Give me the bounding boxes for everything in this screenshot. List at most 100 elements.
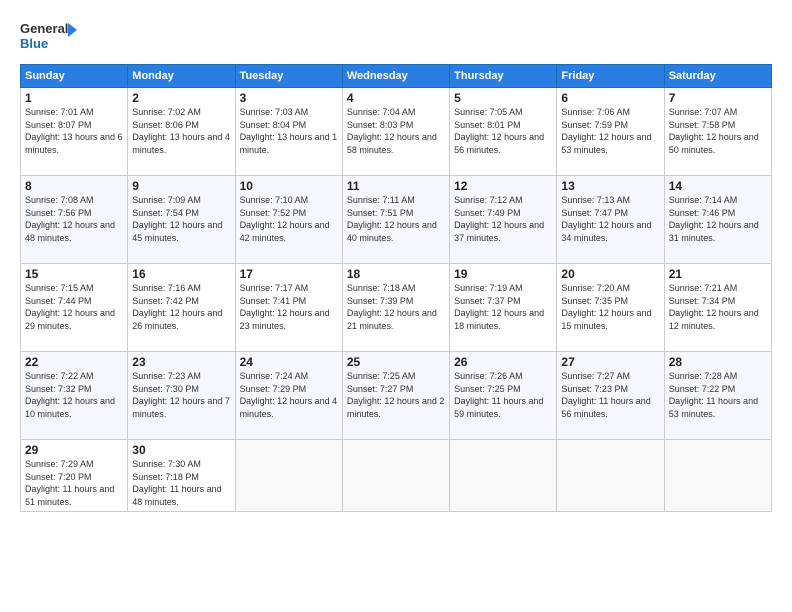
day-info: Sunrise: 7:21 AM Sunset: 7:34 PM Dayligh…: [669, 282, 767, 332]
day-info: Sunrise: 7:23 AM Sunset: 7:30 PM Dayligh…: [132, 370, 230, 420]
day-info: Sunrise: 7:24 AM Sunset: 7:29 PM Dayligh…: [240, 370, 338, 420]
day-number: 26: [454, 355, 552, 369]
day-number: 25: [347, 355, 445, 369]
col-wednesday: Wednesday: [342, 65, 449, 88]
calendar-cell: 24 Sunrise: 7:24 AM Sunset: 7:29 PM Dayl…: [235, 352, 342, 440]
day-info: Sunrise: 7:12 AM Sunset: 7:49 PM Dayligh…: [454, 194, 552, 244]
day-number: 15: [25, 267, 123, 281]
day-number: 28: [669, 355, 767, 369]
day-number: 23: [132, 355, 230, 369]
calendar-cell: 27 Sunrise: 7:27 AM Sunset: 7:23 PM Dayl…: [557, 352, 664, 440]
day-number: 12: [454, 179, 552, 193]
header: General Blue: [20, 18, 772, 54]
calendar-cell: 8 Sunrise: 7:08 AM Sunset: 7:56 PM Dayli…: [21, 176, 128, 264]
calendar-cell: 16 Sunrise: 7:16 AM Sunset: 7:42 PM Dayl…: [128, 264, 235, 352]
col-thursday: Thursday: [450, 65, 557, 88]
calendar-cell: 17 Sunrise: 7:17 AM Sunset: 7:41 PM Dayl…: [235, 264, 342, 352]
calendar-cell: 25 Sunrise: 7:25 AM Sunset: 7:27 PM Dayl…: [342, 352, 449, 440]
day-number: 19: [454, 267, 552, 281]
day-number: 20: [561, 267, 659, 281]
calendar-cell: 20 Sunrise: 7:20 AM Sunset: 7:35 PM Dayl…: [557, 264, 664, 352]
col-friday: Friday: [557, 65, 664, 88]
day-number: 4: [347, 91, 445, 105]
day-info: Sunrise: 7:17 AM Sunset: 7:41 PM Dayligh…: [240, 282, 338, 332]
calendar-cell: [557, 440, 664, 512]
svg-text:General: General: [20, 21, 68, 36]
calendar-cell: [450, 440, 557, 512]
calendar-cell: 21 Sunrise: 7:21 AM Sunset: 7:34 PM Dayl…: [664, 264, 771, 352]
col-tuesday: Tuesday: [235, 65, 342, 88]
day-info: Sunrise: 7:27 AM Sunset: 7:23 PM Dayligh…: [561, 370, 659, 420]
day-number: 5: [454, 91, 552, 105]
day-number: 29: [25, 443, 123, 457]
day-info: Sunrise: 7:26 AM Sunset: 7:25 PM Dayligh…: [454, 370, 552, 420]
day-info: Sunrise: 7:22 AM Sunset: 7:32 PM Dayligh…: [25, 370, 123, 420]
day-info: Sunrise: 7:20 AM Sunset: 7:35 PM Dayligh…: [561, 282, 659, 332]
calendar-table: Sunday Monday Tuesday Wednesday Thursday…: [20, 64, 772, 512]
day-number: 3: [240, 91, 338, 105]
day-number: 6: [561, 91, 659, 105]
day-number: 17: [240, 267, 338, 281]
day-info: Sunrise: 7:18 AM Sunset: 7:39 PM Dayligh…: [347, 282, 445, 332]
calendar-cell: 14 Sunrise: 7:14 AM Sunset: 7:46 PM Dayl…: [664, 176, 771, 264]
day-info: Sunrise: 7:07 AM Sunset: 7:58 PM Dayligh…: [669, 106, 767, 156]
day-number: 13: [561, 179, 659, 193]
day-info: Sunrise: 7:08 AM Sunset: 7:56 PM Dayligh…: [25, 194, 123, 244]
day-number: 22: [25, 355, 123, 369]
calendar-cell: 28 Sunrise: 7:28 AM Sunset: 7:22 PM Dayl…: [664, 352, 771, 440]
calendar-cell: 12 Sunrise: 7:12 AM Sunset: 7:49 PM Dayl…: [450, 176, 557, 264]
day-number: 30: [132, 443, 230, 457]
calendar-cell: 26 Sunrise: 7:26 AM Sunset: 7:25 PM Dayl…: [450, 352, 557, 440]
day-info: Sunrise: 7:30 AM Sunset: 7:18 PM Dayligh…: [132, 458, 230, 508]
day-info: Sunrise: 7:11 AM Sunset: 7:51 PM Dayligh…: [347, 194, 445, 244]
calendar-cell: 9 Sunrise: 7:09 AM Sunset: 7:54 PM Dayli…: [128, 176, 235, 264]
day-info: Sunrise: 7:16 AM Sunset: 7:42 PM Dayligh…: [132, 282, 230, 332]
day-number: 16: [132, 267, 230, 281]
calendar-cell: 19 Sunrise: 7:19 AM Sunset: 7:37 PM Dayl…: [450, 264, 557, 352]
logo: General Blue: [20, 18, 80, 54]
svg-text:Blue: Blue: [20, 36, 48, 51]
calendar-cell: 30 Sunrise: 7:30 AM Sunset: 7:18 PM Dayl…: [128, 440, 235, 512]
day-info: Sunrise: 7:10 AM Sunset: 7:52 PM Dayligh…: [240, 194, 338, 244]
calendar-header-row: Sunday Monday Tuesday Wednesday Thursday…: [21, 65, 772, 88]
calendar-cell: 29 Sunrise: 7:29 AM Sunset: 7:20 PM Dayl…: [21, 440, 128, 512]
day-number: 14: [669, 179, 767, 193]
calendar-cell: [664, 440, 771, 512]
calendar-cell: 15 Sunrise: 7:15 AM Sunset: 7:44 PM Dayl…: [21, 264, 128, 352]
day-info: Sunrise: 7:19 AM Sunset: 7:37 PM Dayligh…: [454, 282, 552, 332]
calendar-cell: 23 Sunrise: 7:23 AM Sunset: 7:30 PM Dayl…: [128, 352, 235, 440]
col-monday: Monday: [128, 65, 235, 88]
day-info: Sunrise: 7:01 AM Sunset: 8:07 PM Dayligh…: [25, 106, 123, 156]
col-saturday: Saturday: [664, 65, 771, 88]
day-number: 9: [132, 179, 230, 193]
day-info: Sunrise: 7:25 AM Sunset: 7:27 PM Dayligh…: [347, 370, 445, 420]
col-sunday: Sunday: [21, 65, 128, 88]
calendar-cell: [235, 440, 342, 512]
day-number: 21: [669, 267, 767, 281]
day-info: Sunrise: 7:13 AM Sunset: 7:47 PM Dayligh…: [561, 194, 659, 244]
day-number: 18: [347, 267, 445, 281]
day-info: Sunrise: 7:29 AM Sunset: 7:20 PM Dayligh…: [25, 458, 123, 508]
calendar-cell: 5 Sunrise: 7:05 AM Sunset: 8:01 PM Dayli…: [450, 88, 557, 176]
calendar-cell: 2 Sunrise: 7:02 AM Sunset: 8:06 PM Dayli…: [128, 88, 235, 176]
calendar-cell: 4 Sunrise: 7:04 AM Sunset: 8:03 PM Dayli…: [342, 88, 449, 176]
day-info: Sunrise: 7:09 AM Sunset: 7:54 PM Dayligh…: [132, 194, 230, 244]
day-info: Sunrise: 7:06 AM Sunset: 7:59 PM Dayligh…: [561, 106, 659, 156]
day-number: 8: [25, 179, 123, 193]
day-info: Sunrise: 7:03 AM Sunset: 8:04 PM Dayligh…: [240, 106, 338, 156]
calendar-cell: 18 Sunrise: 7:18 AM Sunset: 7:39 PM Dayl…: [342, 264, 449, 352]
calendar-cell: 13 Sunrise: 7:13 AM Sunset: 7:47 PM Dayl…: [557, 176, 664, 264]
calendar-cell: 7 Sunrise: 7:07 AM Sunset: 7:58 PM Dayli…: [664, 88, 771, 176]
day-info: Sunrise: 7:15 AM Sunset: 7:44 PM Dayligh…: [25, 282, 123, 332]
day-number: 7: [669, 91, 767, 105]
calendar-cell: 10 Sunrise: 7:10 AM Sunset: 7:52 PM Dayl…: [235, 176, 342, 264]
day-info: Sunrise: 7:04 AM Sunset: 8:03 PM Dayligh…: [347, 106, 445, 156]
day-number: 11: [347, 179, 445, 193]
day-info: Sunrise: 7:14 AM Sunset: 7:46 PM Dayligh…: [669, 194, 767, 244]
calendar-cell: 3 Sunrise: 7:03 AM Sunset: 8:04 PM Dayli…: [235, 88, 342, 176]
calendar-cell: [342, 440, 449, 512]
calendar-cell: 1 Sunrise: 7:01 AM Sunset: 8:07 PM Dayli…: [21, 88, 128, 176]
day-number: 24: [240, 355, 338, 369]
day-number: 10: [240, 179, 338, 193]
day-number: 27: [561, 355, 659, 369]
